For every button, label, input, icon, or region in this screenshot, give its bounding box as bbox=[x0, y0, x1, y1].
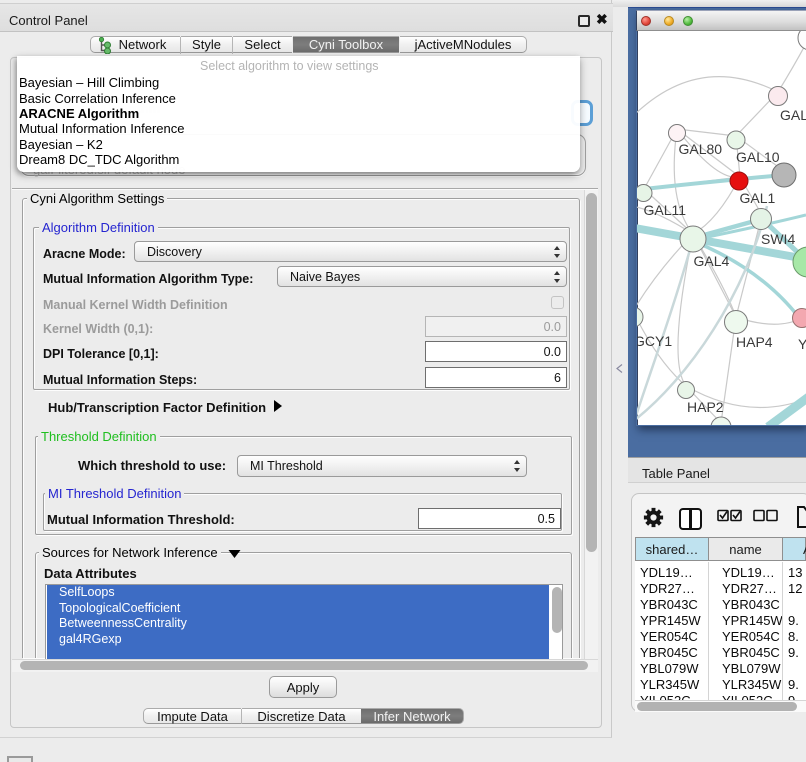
svg-text:GCY1: GCY1 bbox=[637, 333, 672, 349]
svg-text:GAL11: GAL11 bbox=[644, 202, 687, 218]
svg-text:Y: Y bbox=[798, 336, 806, 352]
svg-text:GAL4: GAL4 bbox=[694, 253, 730, 269]
svg-text:HAP2: HAP2 bbox=[687, 399, 724, 415]
svg-text:GAL10: GAL10 bbox=[736, 149, 780, 165]
svg-text:GAL1: GAL1 bbox=[740, 190, 776, 206]
svg-text:GAL: GAL bbox=[780, 107, 806, 123]
svg-text:SWI4: SWI4 bbox=[761, 231, 795, 247]
svg-text:GAL80: GAL80 bbox=[679, 141, 723, 157]
svg-text:HAP4: HAP4 bbox=[736, 334, 773, 350]
